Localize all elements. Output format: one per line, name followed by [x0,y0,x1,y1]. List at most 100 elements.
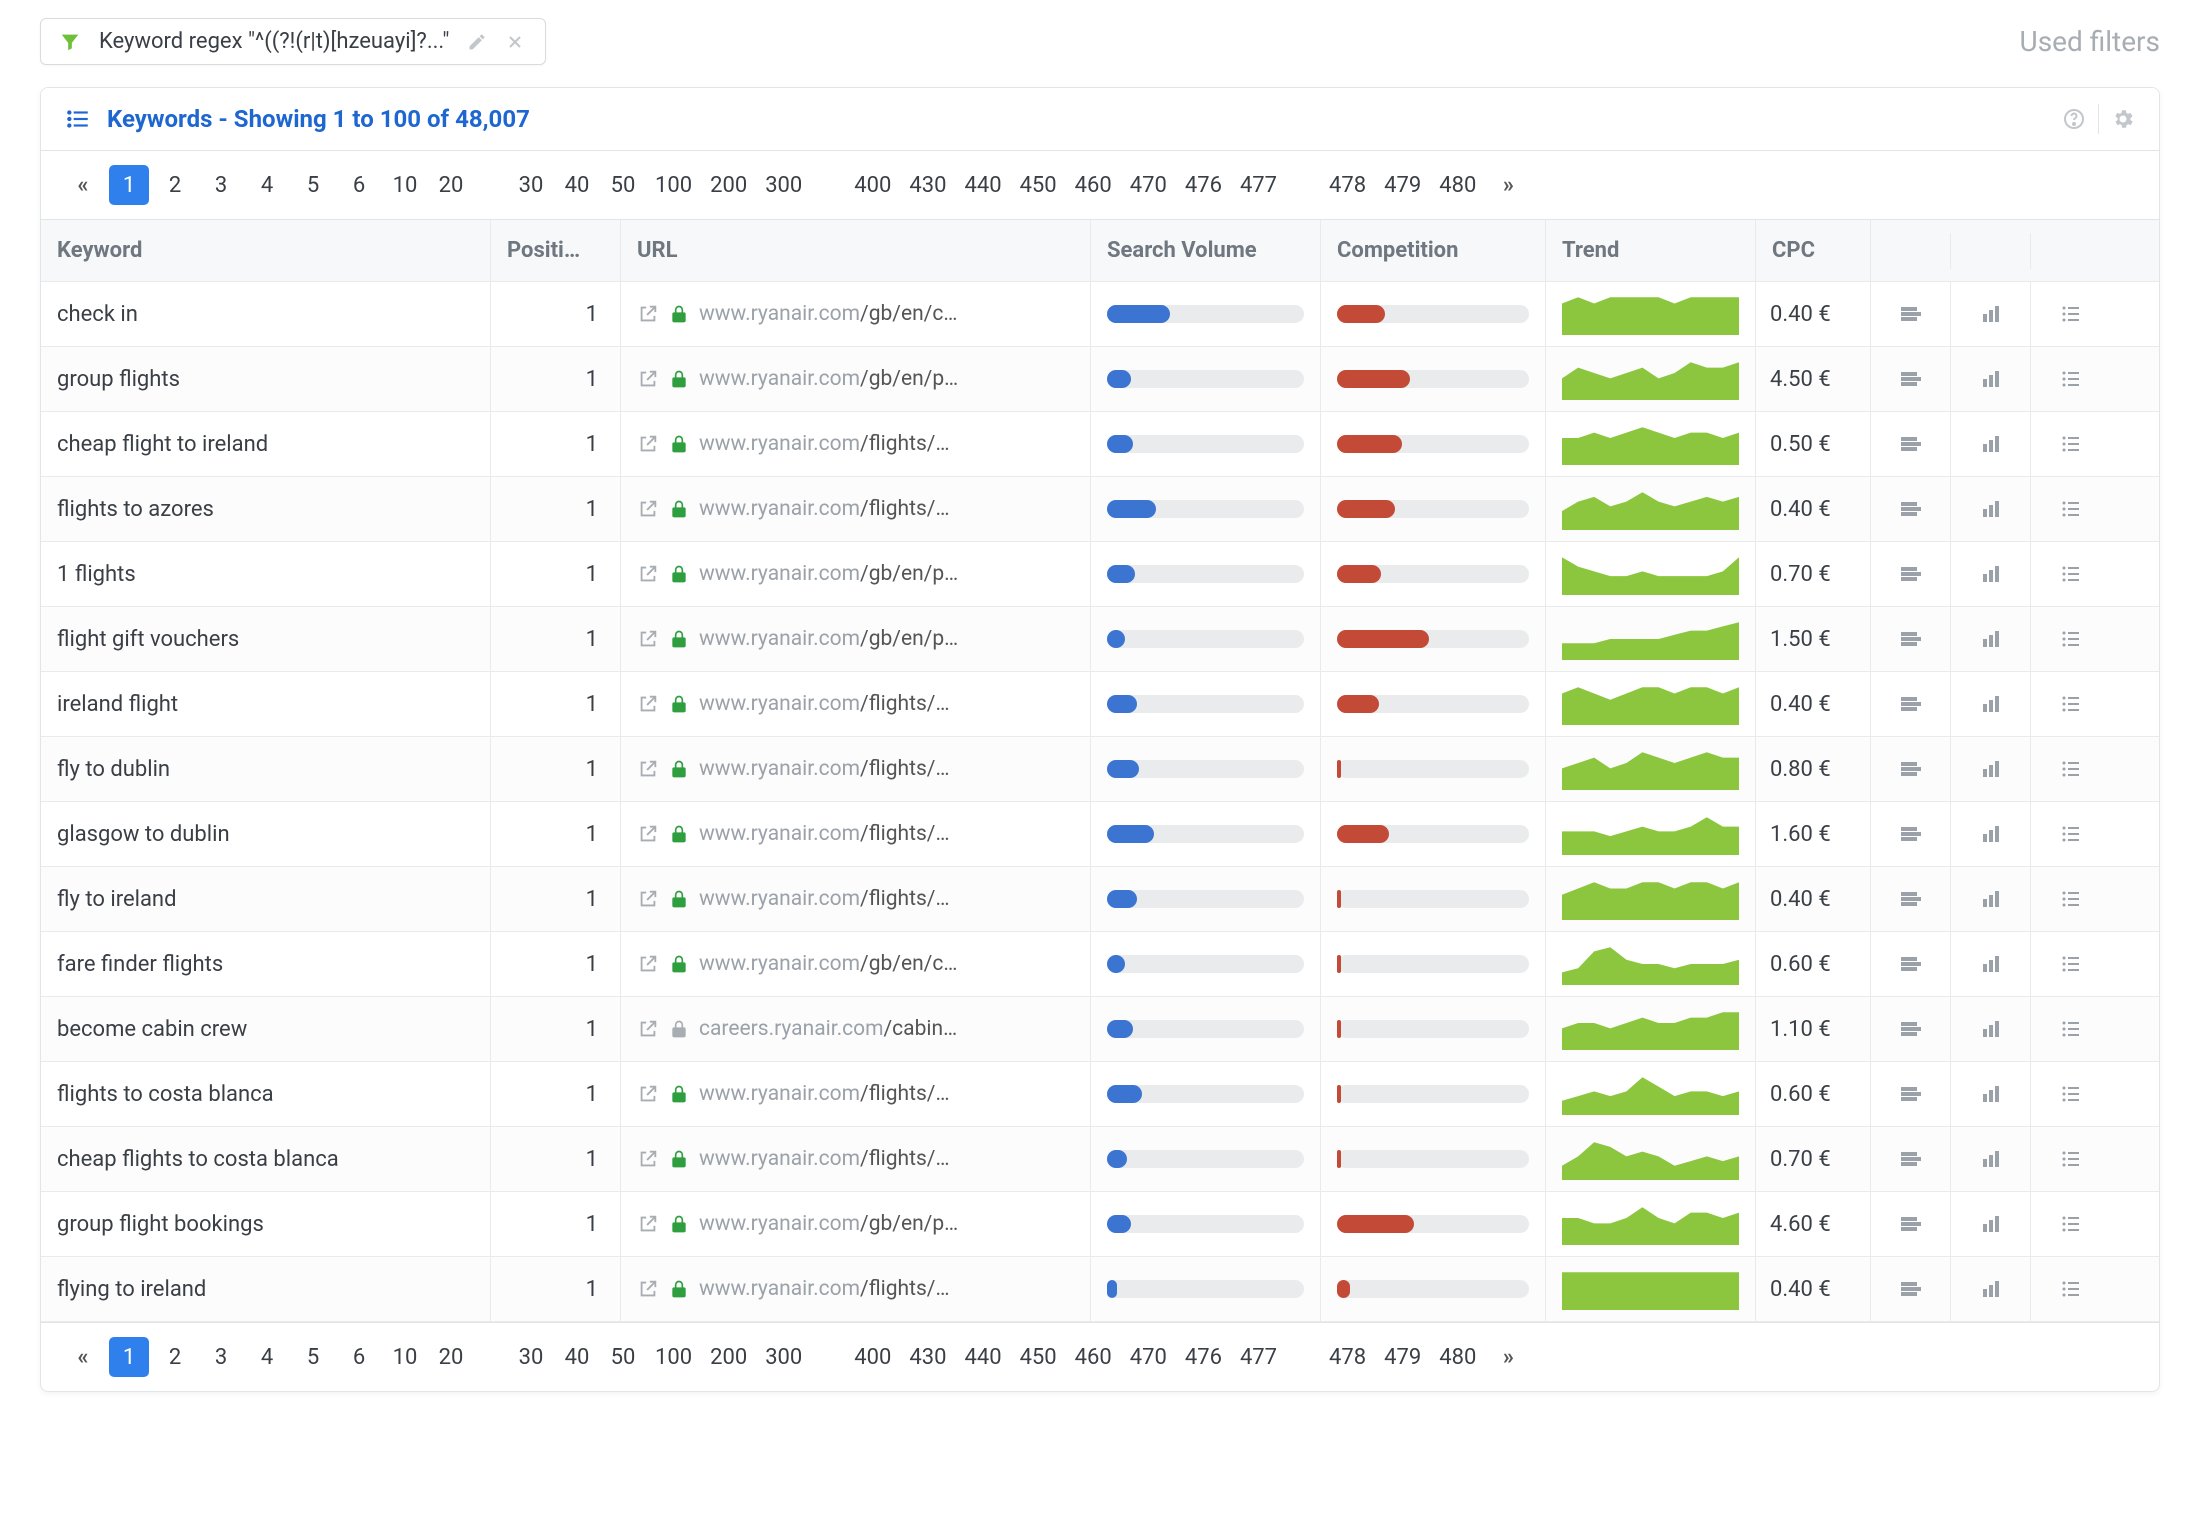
pager-page-476[interactable]: 476 [1179,165,1228,205]
pager-page-479[interactable]: 479 [1378,165,1427,205]
row-action-list-icon[interactable] [2031,737,2111,801]
col-keyword[interactable]: Keyword [41,220,491,281]
cell-keyword[interactable]: flying to ireland [41,1257,491,1321]
pager-page-300[interactable]: 300 [759,1337,808,1377]
pager-page-480[interactable]: 480 [1433,1337,1482,1377]
external-link-icon[interactable] [637,303,659,325]
row-action-serp-icon[interactable] [1871,1192,1951,1256]
external-link-icon[interactable] [637,953,659,975]
pager-page-40[interactable]: 40 [557,1337,597,1377]
external-link-icon[interactable] [637,1083,659,1105]
row-action-serp-icon[interactable] [1871,932,1951,996]
pager-page-478[interactable]: 478 [1323,1337,1372,1377]
pager-page-450[interactable]: 450 [1014,1337,1063,1377]
pager-page-430[interactable]: 430 [903,1337,952,1377]
row-action-chart-icon[interactable] [1951,477,2031,541]
cell-keyword[interactable]: fly to dublin [41,737,491,801]
pager-last[interactable]: » [1488,165,1528,205]
filter-chip[interactable]: Keyword regex "^((?!(r|t)[hzeuayi]?..." [40,18,546,65]
row-action-list-icon[interactable] [2031,802,2111,866]
pager-page-3[interactable]: 3 [201,1337,241,1377]
row-action-serp-icon[interactable] [1871,997,1951,1061]
row-action-serp-icon[interactable] [1871,542,1951,606]
cell-keyword[interactable]: glasgow to dublin [41,802,491,866]
cell-url[interactable]: www.ryanair.com/flights/… [621,802,1091,866]
col-search-volume[interactable]: Search Volume [1091,220,1321,281]
external-link-icon[interactable] [637,563,659,585]
row-action-serp-icon[interactable] [1871,347,1951,411]
external-link-icon[interactable] [637,758,659,780]
cell-keyword[interactable]: group flights [41,347,491,411]
row-action-list-icon[interactable] [2031,477,2111,541]
pager-page-477[interactable]: 477 [1234,1337,1283,1377]
row-action-chart-icon[interactable] [1951,542,2031,606]
cell-url[interactable]: careers.ryanair.com/cabin… [621,997,1091,1061]
pager-page-200[interactable]: 200 [704,165,753,205]
cell-url[interactable]: www.ryanair.com/gb/en/c… [621,282,1091,346]
pager-page-200[interactable]: 200 [704,1337,753,1377]
cell-keyword[interactable]: 1 flights [41,542,491,606]
col-url[interactable]: URL [621,220,1091,281]
row-action-serp-icon[interactable] [1871,607,1951,671]
row-action-serp-icon[interactable] [1871,867,1951,931]
row-action-chart-icon[interactable] [1951,1192,2031,1256]
row-action-chart-icon[interactable] [1951,1127,2031,1191]
cell-url[interactable]: www.ryanair.com/flights/… [621,1257,1091,1321]
cell-url[interactable]: www.ryanair.com/gb/en/p… [621,347,1091,411]
gear-icon[interactable] [2111,107,2135,131]
cell-keyword[interactable]: ireland flight [41,672,491,736]
pager-page-479[interactable]: 479 [1378,1337,1427,1377]
pager-page-470[interactable]: 470 [1124,165,1173,205]
pager-page-480[interactable]: 480 [1433,165,1482,205]
pager-page-30[interactable]: 30 [511,1337,551,1377]
pager-page-5[interactable]: 5 [293,1337,333,1377]
pager-page-10[interactable]: 10 [385,165,425,205]
pager-page-20[interactable]: 20 [431,1337,471,1377]
external-link-icon[interactable] [637,1213,659,1235]
external-link-icon[interactable] [637,1148,659,1170]
pager-page-20[interactable]: 20 [431,165,471,205]
cell-keyword[interactable]: flight gift vouchers [41,607,491,671]
row-action-list-icon[interactable] [2031,997,2111,1061]
cell-keyword[interactable]: flights to costa blanca [41,1062,491,1126]
cell-keyword[interactable]: cheap flight to ireland [41,412,491,476]
pager-page-3[interactable]: 3 [201,165,241,205]
help-icon[interactable] [2062,107,2086,131]
row-action-list-icon[interactable] [2031,1062,2111,1126]
pager-page-10[interactable]: 10 [385,1337,425,1377]
external-link-icon[interactable] [637,823,659,845]
cell-url[interactable]: www.ryanair.com/flights/… [621,412,1091,476]
external-link-icon[interactable] [637,888,659,910]
cell-url[interactable]: www.ryanair.com/gb/en/p… [621,542,1091,606]
pager-first[interactable]: « [63,165,103,205]
external-link-icon[interactable] [637,368,659,390]
cell-keyword[interactable]: check in [41,282,491,346]
pager-page-400[interactable]: 400 [848,165,897,205]
pager-page-50[interactable]: 50 [603,1337,643,1377]
external-link-icon[interactable] [637,693,659,715]
cell-url[interactable]: www.ryanair.com/flights/… [621,1127,1091,1191]
external-link-icon[interactable] [637,1278,659,1300]
external-link-icon[interactable] [637,433,659,455]
pager-page-460[interactable]: 460 [1069,165,1118,205]
row-action-chart-icon[interactable] [1951,282,2031,346]
row-action-serp-icon[interactable] [1871,1257,1951,1321]
row-action-chart-icon[interactable] [1951,347,2031,411]
row-action-chart-icon[interactable] [1951,412,2031,476]
cell-keyword[interactable]: fly to ireland [41,867,491,931]
col-trend[interactable]: Trend [1546,220,1756,281]
cell-keyword[interactable]: group flight bookings [41,1192,491,1256]
row-action-chart-icon[interactable] [1951,672,2031,736]
cell-url[interactable]: www.ryanair.com/flights/… [621,1062,1091,1126]
cell-keyword[interactable]: flights to azores [41,477,491,541]
external-link-icon[interactable] [637,1018,659,1040]
row-action-chart-icon[interactable] [1951,997,2031,1061]
row-action-serp-icon[interactable] [1871,282,1951,346]
cell-keyword[interactable]: cheap flights to costa blanca [41,1127,491,1191]
row-action-list-icon[interactable] [2031,1127,2111,1191]
row-action-list-icon[interactable] [2031,672,2111,736]
pager-page-100[interactable]: 100 [649,165,698,205]
pager-page-2[interactable]: 2 [155,1337,195,1377]
pager-page-477[interactable]: 477 [1234,165,1283,205]
external-link-icon[interactable] [637,628,659,650]
